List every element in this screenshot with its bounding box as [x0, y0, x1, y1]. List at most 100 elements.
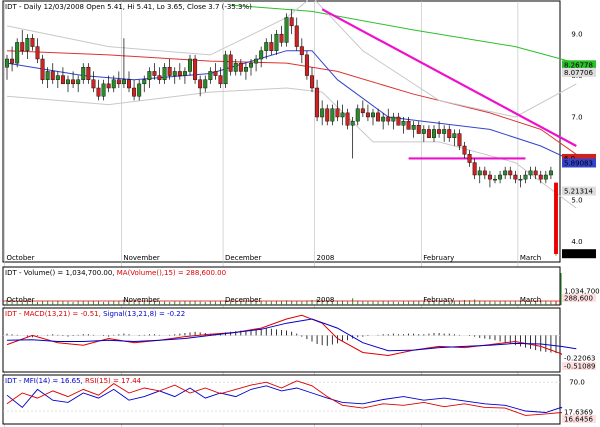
candle-body	[193, 58, 198, 80]
x-tick-label: October	[6, 254, 34, 262]
candle-body	[345, 112, 350, 126]
candle-body	[533, 170, 538, 176]
candle-body	[228, 54, 233, 72]
candle-body	[269, 42, 274, 51]
chart-title: IDT - Daily 12/03/2008 Open 5.41, Hi 5.4…	[5, 3, 252, 11]
candle-body	[528, 170, 533, 176]
header-period: Daily	[24, 3, 44, 11]
candle-body	[111, 79, 116, 89]
candle-body	[76, 79, 81, 85]
candle-body	[391, 116, 396, 122]
candle-body	[554, 182, 558, 254]
candle-body	[238, 62, 243, 72]
candle-body	[274, 33, 279, 51]
candle-body	[279, 33, 284, 43]
candle-body	[335, 108, 340, 118]
volume-x-tick-label: February	[423, 296, 454, 304]
candle-body	[10, 58, 15, 64]
volume-legend-entry: IDT - Volume() = 1,034,700.00,	[5, 269, 115, 277]
candle-body	[86, 67, 91, 80]
candle-body	[426, 129, 431, 138]
candle-body	[172, 71, 177, 76]
candle-body	[5, 58, 9, 68]
candle-body	[371, 112, 375, 118]
x-tick-label: 2008	[317, 254, 335, 262]
candle-body	[254, 58, 259, 64]
candle-body	[66, 79, 70, 85]
x-tick-label: November	[123, 254, 160, 262]
candle-body	[60, 75, 65, 85]
y-tick-label: 5.0	[571, 196, 582, 204]
mfi-tag-label: 16.6456	[564, 416, 593, 424]
price-tag-label: 5.89083	[564, 159, 593, 167]
candle-body	[396, 116, 401, 126]
mfi-legend-entry: RSI(15) = 17.44	[83, 377, 142, 385]
candle-body	[437, 129, 442, 134]
candle-body	[71, 79, 76, 85]
candle-body	[294, 25, 299, 47]
candle-body	[208, 71, 213, 80]
candle-body	[508, 170, 513, 176]
x-tick-label: February	[423, 254, 454, 262]
candle-body	[121, 79, 126, 85]
candle-body	[243, 67, 248, 72]
candle-body	[40, 58, 45, 80]
candle-body	[447, 129, 452, 138]
candle-body	[513, 174, 518, 180]
price-tag-label: 3.7	[564, 250, 575, 258]
candle-body	[132, 87, 137, 97]
candle-body	[223, 54, 228, 85]
candle-body	[482, 170, 487, 176]
x-tick-label: March	[520, 254, 541, 262]
y-tick-label: 4.0	[571, 238, 582, 246]
candle-body	[233, 62, 238, 72]
candle-body	[203, 79, 208, 89]
candle-body	[20, 42, 25, 51]
candle-body	[452, 133, 457, 138]
candle-body	[137, 83, 142, 97]
candle-body	[411, 125, 416, 130]
candle-body	[45, 71, 50, 80]
candle-body	[386, 116, 391, 122]
candle-body	[406, 120, 411, 130]
header-high: Hi 5.41,	[127, 3, 156, 11]
mfi-legend: IDT - MFI(14) = 16.65, RSI(15) = 17.44	[5, 377, 142, 385]
candle-body	[284, 17, 289, 43]
candle-body	[25, 38, 30, 51]
candle-body	[116, 79, 121, 85]
header-open: Open 5.41,	[86, 3, 127, 11]
candle-body	[259, 50, 264, 60]
candle-body	[325, 108, 330, 122]
candle-body	[457, 133, 462, 147]
volume-x-tick-label: March	[520, 296, 541, 304]
candle-body	[523, 174, 528, 180]
candle-body	[543, 174, 548, 180]
candle-body	[127, 79, 131, 89]
volume-x-tick-label: November	[123, 296, 160, 304]
candle-body	[213, 71, 218, 76]
candle-body	[493, 178, 497, 181]
macd-tag-label: -0.22063	[564, 355, 595, 363]
candle-body	[91, 79, 96, 89]
macd-legend: IDT - MACD(13,21) = -0.51, Signal(13,21,…	[5, 310, 185, 318]
mfi-legend-entry: IDT - MFI(14) = 16.65,	[5, 377, 83, 385]
candle-body	[162, 67, 167, 80]
candle-body	[106, 83, 111, 89]
volume-legend: IDT - Volume() = 1,034,700.00, MA(Volume…	[5, 269, 226, 277]
technical-analysis-chart: October November December 2008 February March…	[2, 0, 600, 427]
volume-legend-entry: MA(Volume(),15) = 288,600.00	[115, 269, 227, 277]
mfi-y-tick-label: 70.0	[569, 379, 585, 387]
y-tick-label: 7.0	[571, 114, 582, 122]
header-date: 12/03/2008	[44, 3, 87, 11]
candle-body	[350, 120, 355, 126]
candle-body	[355, 108, 360, 122]
candle-body	[432, 129, 436, 138]
candle-body	[365, 112, 370, 118]
candle-body	[299, 46, 304, 56]
candle-body	[152, 71, 157, 76]
candle-body	[249, 62, 253, 68]
header-close: Close 3.7	[187, 3, 222, 11]
candle-body	[538, 174, 543, 180]
volume-tag-label: 288,600	[564, 295, 593, 303]
y-tick-label: 9.0	[571, 31, 582, 39]
